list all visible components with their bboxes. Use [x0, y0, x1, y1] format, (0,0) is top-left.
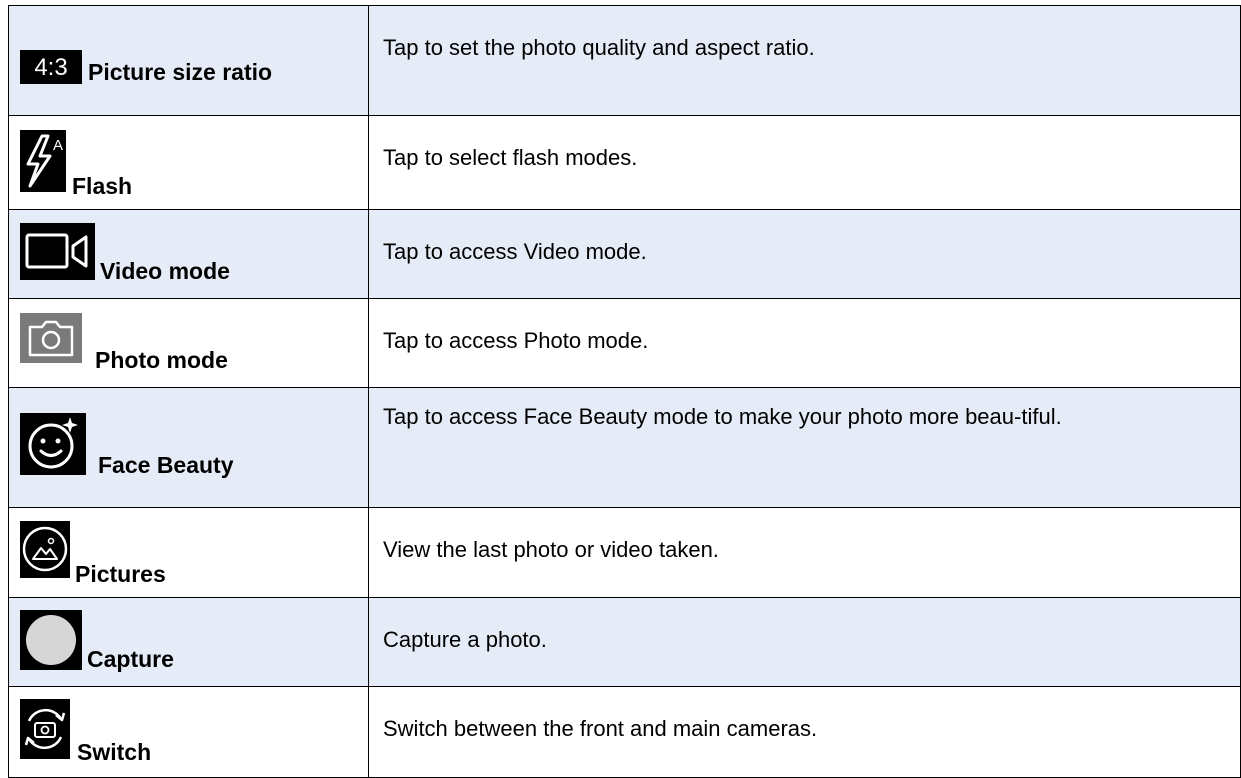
description-cell: Capture a photo. [368, 597, 1241, 687]
table-row: Capture Capture a photo. [8, 597, 1241, 687]
table-row: 4:3 Picture size ratio Tap to set the ph… [8, 5, 1241, 116]
table-row: Video mode Tap to access Video mode. [8, 209, 1241, 299]
feature-cell: A Flash [8, 115, 369, 210]
feature-cell: Pictures [8, 507, 369, 598]
description-text: Tap to access Face Beauty mode to make y… [383, 404, 1062, 429]
description-text: Tap to select flash modes. [383, 145, 638, 170]
feature-cell: 4:3 Picture size ratio [8, 5, 369, 116]
feature-label-photo-mode: Photo mode [95, 347, 228, 373]
svg-text:A: A [53, 137, 63, 154]
feature-label-video-mode: Video mode [100, 258, 230, 284]
gallery-icon [20, 521, 70, 578]
feature-cell: Video mode [8, 209, 369, 299]
feature-cell: Photo mode [8, 298, 369, 388]
description-cell: Switch between the front and main camera… [368, 686, 1241, 778]
description-cell: Tap to access Video mode. [368, 209, 1241, 299]
feature-label-switch: Switch [77, 739, 152, 765]
description-text: Switch between the front and main camera… [383, 716, 818, 741]
svg-text:4:3: 4:3 [34, 54, 67, 81]
video-camera-icon [20, 223, 95, 280]
aspect-ratio-4-3-icon: 4:3 [20, 50, 82, 84]
feature-label-picture-size-ratio: Picture size ratio [88, 59, 273, 85]
table-row: Face Beauty Tap to access Face Beauty mo… [8, 387, 1241, 508]
description-text: Tap to access Video mode. [383, 239, 647, 264]
description-cell: Tap to access Face Beauty mode to make y… [368, 387, 1241, 508]
feature-cell: Face Beauty [8, 387, 369, 508]
feature-label-face-beauty: Face Beauty [98, 452, 234, 478]
description-text: View the last photo or video taken. [383, 537, 719, 562]
feature-cell: Switch [8, 686, 369, 778]
description-text: Tap to set the photo quality and aspect … [383, 35, 815, 60]
description-cell: Tap to select flash modes. [368, 115, 1241, 210]
table-row: Photo mode Tap to access Photo mode. [8, 298, 1241, 388]
switch-camera-icon [20, 699, 70, 759]
description-text: Capture a photo. [383, 627, 547, 652]
photo-camera-icon [20, 313, 82, 363]
description-cell: View the last photo or video taken. [368, 507, 1241, 598]
description-cell: Tap to set the photo quality and aspect … [368, 5, 1241, 116]
description-text: Tap to access Photo mode. [383, 328, 649, 353]
table-row: Pictures View the last photo or video ta… [8, 507, 1241, 598]
camera-controls-table: 4:3 Picture size ratio Tap to set the ph… [8, 5, 1241, 778]
feature-label-capture: Capture [87, 646, 174, 672]
shutter-icon [20, 610, 82, 670]
table-row: Switch Switch between the front and main… [8, 686, 1241, 778]
feature-label-pictures: Pictures [75, 561, 166, 587]
flash-auto-icon: A [20, 130, 66, 192]
feature-cell: Capture [8, 597, 369, 687]
face-beauty-icon [20, 413, 86, 475]
description-cell: Tap to access Photo mode. [368, 298, 1241, 388]
table-row: A Flash Tap to select flash modes. [8, 115, 1241, 210]
feature-label-flash: Flash [72, 173, 133, 199]
feature-table: 4:3 Picture size ratio Tap to set the ph… [8, 5, 1241, 778]
